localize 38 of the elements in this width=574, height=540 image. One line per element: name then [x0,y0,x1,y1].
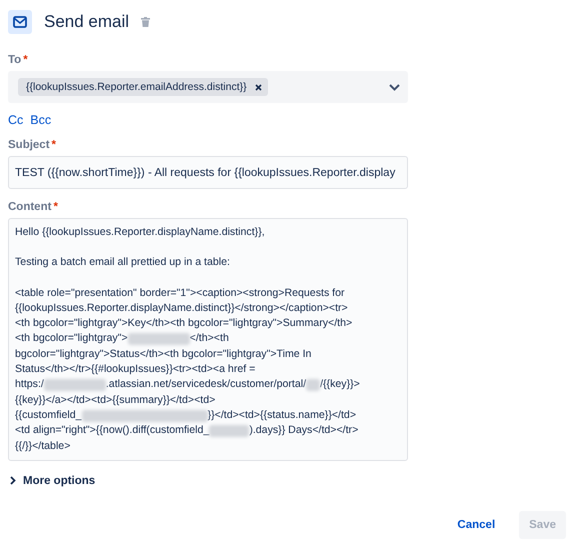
field-label: Subject * [8,139,56,151]
content-text: }}</td><td>{{status.name}}</td> [208,408,356,423]
recipient-link[interactable]: Bcc [30,113,52,127]
content-text: <th bgcolor="lightgray"> [15,331,128,346]
cancel-button[interactable]: Cancel [447,510,506,539]
remove-icon[interactable] [254,84,262,90]
content-text: Status</th></tr>{{#lookupIssues}}<tr><td><a href = [15,362,256,378]
recipient-tag: {{lookupIssues.Reporter.emailAddress.distinct}} [18,78,268,96]
content-text: /{{key}}> [320,377,360,392]
content-text: .atlassian.net/servicedesk/customer/portal/ [106,377,306,392]
content-text: <table role="presentation" border="1"><caption><strong>Requests for [15,286,345,301]
chevron-icon [10,476,16,486]
content-text: https:/ [15,377,44,392]
content-text: </th><th [190,331,229,346]
content-text: ).days}} Days</td></tr> [249,423,358,438]
mail-icon [8,10,32,34]
chevron-down-icon[interactable] [389,84,400,90]
blurred-text [44,379,106,392]
more-options-toggle[interactable]: More options [10,474,96,487]
content-text: Testing a batch email all prettied up in a table: [15,255,230,270]
recipient-select[interactable]: {{lookupIssues.Reporter.emailAddress.distinct}} [8,71,408,103]
subject-field[interactable]: TEST ({{now.shortTime}}) - All requests for {{lookupIssues.Reporter.display [8,156,408,189]
content-field[interactable] [8,218,408,461]
content-text: <th bgcolor="lightgray">Key</th><th bgcolor="lightgray">Summary</th> [15,316,352,332]
blurred-text [128,333,190,346]
blurred-text [306,379,320,392]
content-text: bgcolor="lightgray">Status</th><th bgcolor="lightgray">Time In [15,346,312,362]
content-text: {{key}}</a></td><td>{{summary}}</td><td> [15,392,216,408]
blurred-text [209,424,250,437]
content-text: {{/}}</table> [15,438,70,454]
field-label: Content * [8,201,58,213]
content-text: Hello {{lookupIssues.Reporter.displayName.distinct}}, [15,225,265,240]
content-text: {{customfield_ [15,408,82,423]
panel-title: Send email [44,12,130,32]
field-label: To * [8,54,28,66]
recipient-link[interactable]: Cc [8,113,24,127]
content-text: <td align="right">{{now().diff(customfield_ [15,423,210,438]
content-text: {{lookupIssues.Reporter.displayName.distinct}}</strong></caption><tr> [15,300,348,316]
